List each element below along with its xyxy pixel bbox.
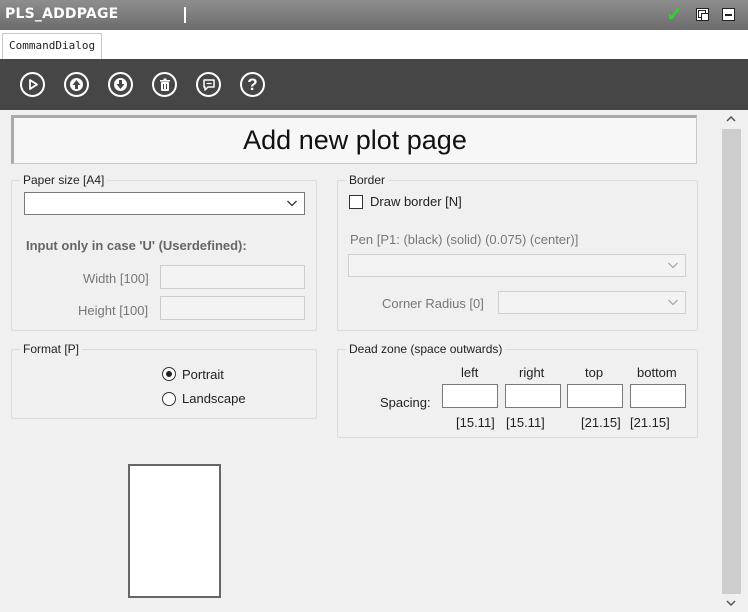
corner-radius-select[interactable] <box>498 291 686 314</box>
draw-border-label: Draw border [N] <box>370 194 462 209</box>
page-title-box: Add new plot page <box>11 115 697 164</box>
chevron-down-icon <box>668 262 678 269</box>
tab-commanddialog[interactable]: CommandDialog <box>2 33 103 59</box>
height-input[interactable] <box>160 296 305 320</box>
corner-radius-label: Corner Radius [0] <box>382 296 484 311</box>
scroll-up-icon[interactable] <box>720 110 742 128</box>
dead-zone-top-label: top <box>585 365 604 380</box>
pen-label: Pen [P1: (black) (solid) (0.075) (center… <box>350 232 579 247</box>
dead-zone-top-default: [21.15] <box>581 415 621 430</box>
page-title: Add new plot page <box>243 125 467 155</box>
confirm-check-icon[interactable]: ✓ <box>666 2 683 27</box>
title-bar: PLS_ADDPAGE ✓ <box>0 0 748 30</box>
paper-size-legend: Paper size [A4] <box>20 173 108 187</box>
spacing-label: Spacing: <box>380 395 431 410</box>
title-separator <box>184 7 186 23</box>
border-legend: Border <box>346 173 389 187</box>
dead-zone-legend: Dead zone (space outwards) <box>346 342 506 356</box>
chevron-down-icon <box>668 299 678 306</box>
paper-size-select[interactable] <box>24 192 305 215</box>
landscape-radio[interactable] <box>162 392 176 406</box>
dead-zone-right-label: right <box>519 365 545 380</box>
play-icon[interactable] <box>20 72 45 97</box>
arrow-down-icon[interactable] <box>108 72 133 97</box>
window-title: PLS_ADDPAGE <box>5 6 119 22</box>
dead-zone-bottom-input[interactable] <box>630 384 686 408</box>
dead-zone-left-label: left <box>461 365 479 380</box>
comment-icon[interactable] <box>196 72 221 97</box>
help-glyph: ? <box>247 75 258 94</box>
portrait-radio[interactable] <box>162 367 176 381</box>
dead-zone-right-default: [15.11] <box>506 415 545 430</box>
scrollbar-thumb[interactable] <box>722 129 741 594</box>
dead-zone-right-input[interactable] <box>505 384 561 408</box>
format-group: Format [P] <box>11 342 317 419</box>
landscape-label: Landscape <box>182 391 246 406</box>
portrait-label: Portrait <box>182 367 224 382</box>
dead-zone-left-input[interactable] <box>442 384 498 408</box>
arrow-up-icon[interactable] <box>64 72 89 97</box>
page-preview <box>128 464 221 598</box>
scroll-down-icon[interactable] <box>720 594 742 612</box>
dead-zone-top-input[interactable] <box>567 384 623 408</box>
chevron-down-icon <box>287 200 297 207</box>
pen-select[interactable] <box>348 254 686 277</box>
tab-strip: CommandDialog <box>0 30 748 59</box>
height-label: Height [100] <box>78 303 149 318</box>
dead-zone-bottom-default: [21.15] <box>630 415 670 430</box>
userdefined-note: Input only in case 'U' (Userdefined): <box>26 238 247 253</box>
delete-icon[interactable] <box>152 72 177 97</box>
dead-zone-bottom-label: bottom <box>637 365 677 380</box>
width-input[interactable] <box>160 265 305 289</box>
restore-window-icon[interactable] <box>696 8 709 21</box>
toolbar: ? <box>0 59 748 110</box>
dead-zone-left-default: [15.11] <box>456 415 495 430</box>
draw-border-checkbox[interactable] <box>349 195 363 209</box>
vertical-scrollbar[interactable] <box>720 110 742 612</box>
help-icon[interactable]: ? <box>240 72 265 97</box>
width-label: Width [100] <box>83 271 149 286</box>
minimize-window-icon[interactable] <box>722 8 735 21</box>
format-legend: Format [P] <box>20 342 83 356</box>
